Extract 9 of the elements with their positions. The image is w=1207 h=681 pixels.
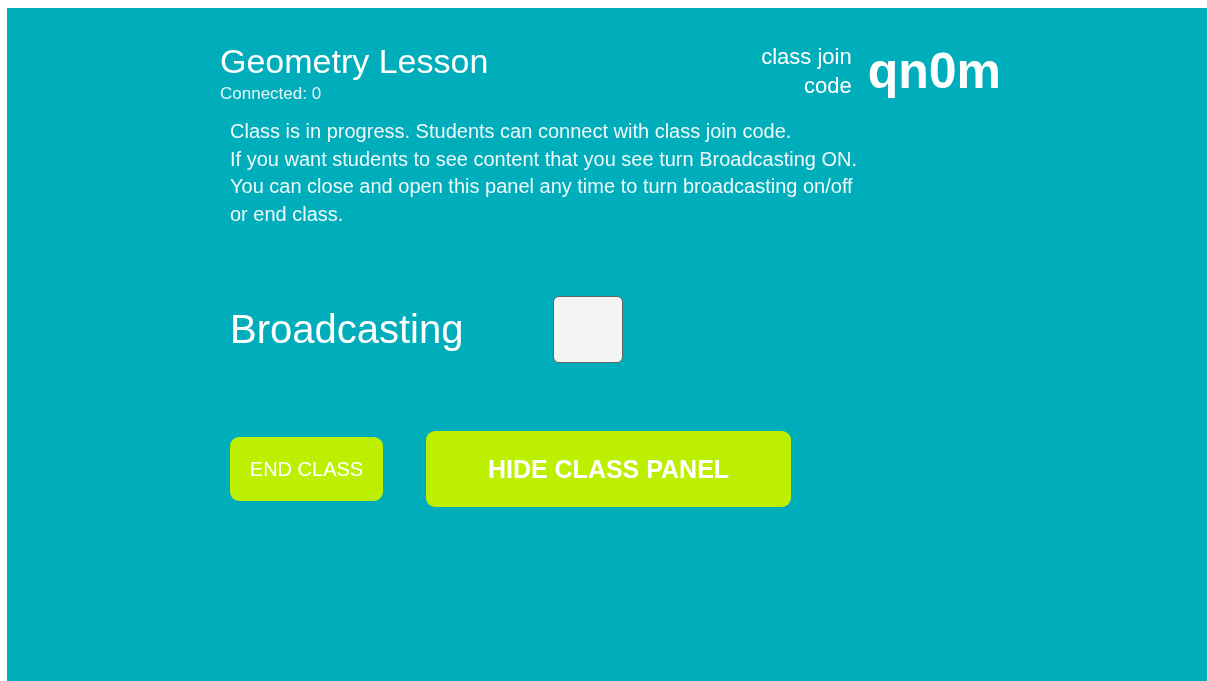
end-class-button[interactable]: END CLASS bbox=[230, 437, 383, 501]
broadcasting-checkbox[interactable] bbox=[553, 296, 623, 363]
lesson-title: Geometry Lesson bbox=[220, 42, 489, 80]
join-code-label: class join code bbox=[760, 43, 852, 100]
instructions-text: Class is in progress. Students can connect with class join code. If you want students to see content that you see turn Broadcasting ON. You can close and open this panel any time to turn broadcasting on/off or end class. bbox=[230, 119, 859, 227]
hide-panel-button[interactable]: HIDE CLASS PANEL bbox=[426, 431, 791, 507]
broadcasting-label: Broadcasting bbox=[230, 307, 465, 352]
connected-count: Connected: 0 bbox=[220, 84, 323, 104]
join-code: qn0m bbox=[867, 42, 1001, 100]
